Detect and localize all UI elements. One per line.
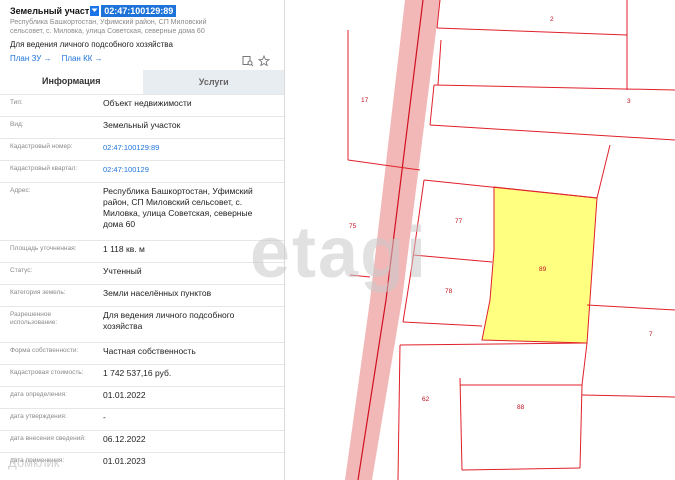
- row-area: Площадь уточненная: 1 118 кв. м: [0, 240, 284, 262]
- map-canvas[interactable]: 2 17 3 77 89 75 78 7 62 88: [286, 0, 675, 480]
- cadastral-map[interactable]: 2 17 3 77 89 75 78 7 62 88: [286, 0, 675, 480]
- row-cadastral-number: Кадастровый номер: 02:47:100129:89: [0, 138, 284, 160]
- parcel-label: 2: [550, 16, 554, 23]
- row-value: Частная собственность: [103, 346, 196, 356]
- header-purpose: Для ведения личного подсобного хозяйства: [10, 40, 173, 49]
- panel-header: Земельный участ 02:47:100129:89 Республи…: [0, 0, 284, 70]
- header-actions: [242, 55, 270, 67]
- parcel-label: 75: [349, 223, 357, 230]
- parcel-label: 89: [539, 266, 547, 273]
- parcel-label: 62: [422, 396, 430, 403]
- parcel-label: 3: [627, 98, 631, 105]
- row-type: Тип: Объект недвижимости: [0, 94, 284, 116]
- row-cadastral-quarter: Кадастровый квартал: 02:47:100129: [0, 160, 284, 182]
- row-value: 1 118 кв. м: [103, 244, 145, 254]
- row-key: Вид:: [10, 121, 24, 128]
- row-value: Объект недвижимости: [103, 98, 192, 108]
- row-key: Разрешенное использование:: [10, 311, 58, 326]
- header-address: Республика Башкортостан, Уфимский район,…: [10, 19, 207, 35]
- row-cadastral-value: Кадастровая стоимость: 1 742 537,16 руб.: [0, 364, 284, 386]
- edit-search-icon[interactable]: [242, 55, 254, 67]
- row-land-category: Категория земель: Земли населённых пункт…: [0, 284, 284, 306]
- row-value: 06.12.2022: [103, 434, 146, 444]
- row-key: дата применения:: [10, 457, 65, 464]
- title-row: Земельный участ 02:47:100129:89: [10, 4, 177, 17]
- parcel-label: 88: [517, 404, 525, 411]
- row-key: Кадастровая стоимость:: [10, 369, 84, 376]
- row-value: Учтенный: [103, 266, 142, 276]
- parcel-label: 78: [445, 288, 453, 295]
- info-panel: Земельный участ 02:47:100129:89 Республи…: [0, 0, 285, 480]
- parcel-label: 17: [361, 97, 369, 104]
- row-kind: Вид: Земельный участок: [0, 116, 284, 138]
- row-key: Кадастровый номер:: [10, 143, 73, 150]
- row-key: дата утверждения:: [10, 413, 67, 420]
- row-key: Тип:: [10, 99, 23, 106]
- row-value: -: [103, 412, 106, 422]
- parcel-89-highlight: [481, 186, 598, 344]
- row-key: дата внесения сведений:: [10, 435, 86, 442]
- row-key: Категория земель:: [10, 289, 66, 296]
- object-title: Земельный участ: [10, 5, 90, 16]
- row-ownership: Форма собственности: Частная собственнос…: [0, 342, 284, 364]
- row-status: Статус: Учтенный: [0, 262, 284, 284]
- cadastral-number-link[interactable]: 02:47:100129:89: [103, 142, 273, 153]
- row-date-entered: дата внесения сведений: 06.12.2022: [0, 430, 284, 452]
- row-value: 01.01.2022: [103, 390, 146, 400]
- row-value: Республика Башкортостан, Уфимский район,…: [103, 186, 253, 229]
- row-date-applied: дата применения: 01.01.2023: [0, 452, 284, 480]
- row-address: Адрес: Республика Башкортостан, Уфимский…: [0, 182, 284, 240]
- dropdown-toggle[interactable]: [90, 5, 100, 16]
- row-value: Для ведения личного подсобного хозяйства: [103, 310, 235, 331]
- row-key: Кадастровый квартал:: [10, 165, 78, 172]
- row-key: Форма собственности:: [10, 347, 79, 354]
- cadastral-number-badge[interactable]: 02:47:100129:89: [101, 4, 177, 17]
- row-value: Земельный участок: [103, 120, 181, 130]
- row-key: Адрес:: [10, 187, 31, 194]
- row-value: 01.01.2023: [103, 456, 146, 466]
- row-key: Статус:: [10, 267, 33, 274]
- tab-info[interactable]: Информация: [0, 70, 143, 94]
- tab-services[interactable]: Услуги: [142, 70, 284, 94]
- row-permitted-use: Разрешенное использование: Для ведения л…: [0, 306, 284, 342]
- plan-zu-link[interactable]: План ЗУ →: [10, 54, 52, 63]
- parcel-label: 7: [649, 331, 653, 338]
- tab-bar: Информация Услуги: [0, 70, 284, 94]
- plan-kk-link[interactable]: План КК →: [62, 54, 103, 63]
- row-date-determined: дата определения: 01.01.2022: [0, 386, 284, 408]
- parcel-label: 77: [455, 218, 463, 225]
- star-icon[interactable]: [258, 55, 270, 67]
- row-key: Площадь уточненная:: [10, 245, 77, 252]
- row-date-approved: дата утверждения: -: [0, 408, 284, 430]
- cadastral-quarter-link[interactable]: 02:47:100129: [103, 164, 273, 175]
- row-value: 1 742 537,16 руб.: [103, 368, 172, 378]
- row-value: Земли населённых пунктов: [103, 288, 212, 298]
- plan-links: План ЗУ → План КК →: [10, 54, 103, 63]
- chevron-down-icon: [91, 8, 98, 12]
- row-key: дата определения:: [10, 391, 67, 398]
